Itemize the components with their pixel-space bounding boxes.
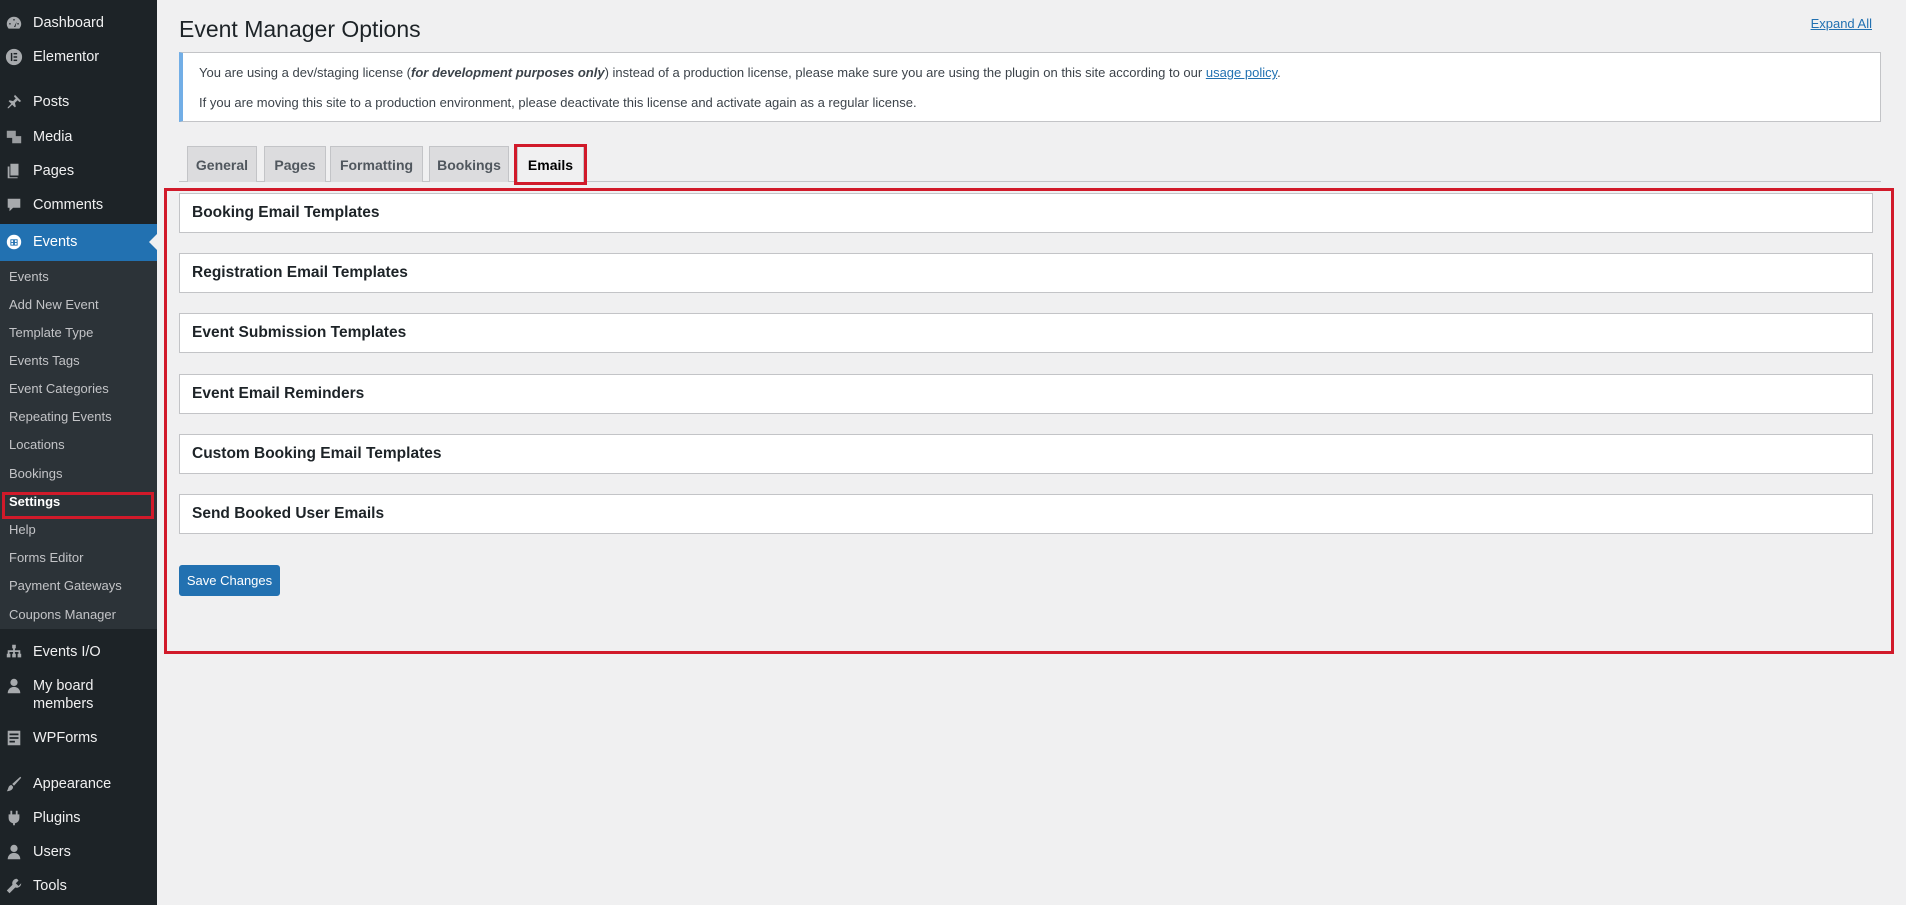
- menu-label: Comments: [33, 197, 104, 213]
- submenu-item-events-tags[interactable]: Events Tags: [9, 353, 80, 369]
- admin-sidebar: Dashboard Elementor Posts Media Pages Co…: [0, 0, 157, 905]
- submenu-item-repeating-events[interactable]: Repeating Events: [9, 409, 112, 425]
- expand-all-link[interactable]: Expand All: [1811, 16, 1872, 31]
- menu-label: Tools: [33, 878, 67, 894]
- panel-event-email-reminders[interactable]: Event Email Reminders: [179, 374, 1873, 414]
- panel-title: Booking Email Templates: [192, 204, 380, 221]
- menu-label: Events: [33, 234, 78, 250]
- save-changes-button[interactable]: Save Changes: [179, 565, 280, 596]
- submenu-item-bookings[interactable]: Bookings: [9, 466, 62, 482]
- tab-general[interactable]: General: [187, 146, 257, 182]
- notice-text: You are using a dev/staging license (: [199, 65, 411, 80]
- tab-formatting[interactable]: Formatting: [330, 146, 423, 182]
- menu-item-events-io[interactable]: Events I/O: [0, 643, 157, 661]
- menu-label: Plugins: [33, 810, 81, 826]
- tab-pages[interactable]: Pages: [264, 146, 326, 182]
- menu-item-media[interactable]: Media: [0, 128, 157, 146]
- emails-tab-highlight-outline: [514, 144, 587, 185]
- submenu-item-coupons-manager[interactable]: Coupons Manager: [9, 607, 116, 623]
- menu-label: Media: [33, 129, 73, 145]
- panel-title: Registration Email Templates: [192, 264, 408, 281]
- submenu-item-help[interactable]: Help: [9, 522, 36, 538]
- panel-send-booked-user-emails[interactable]: Send Booked User Emails: [179, 494, 1873, 534]
- menu-label: members: [33, 696, 94, 712]
- license-notice: You are using a dev/staging license (for…: [179, 52, 1881, 122]
- submenu-item-event-categories[interactable]: Event Categories: [9, 381, 109, 397]
- usage-policy-link[interactable]: usage policy: [1206, 65, 1277, 80]
- menu-item-my-board-members[interactable]: My board members: [0, 677, 157, 713]
- menu-label: Pages: [33, 163, 75, 179]
- events-submenu: Events Add New Event Template Type Event…: [0, 261, 157, 629]
- submenu-item-payment-gateways[interactable]: Payment Gateways: [9, 578, 122, 594]
- brush-icon: [5, 775, 23, 793]
- submenu-item-add-new-event[interactable]: Add New Event: [9, 297, 99, 313]
- menu-label: Appearance: [33, 776, 112, 792]
- user-icon: [5, 677, 23, 695]
- menu-label: Posts: [33, 94, 70, 110]
- menu-item-wpforms[interactable]: WPForms: [0, 729, 157, 747]
- menu-item-posts[interactable]: Posts: [0, 93, 157, 111]
- panel-title: Event Email Reminders: [192, 385, 365, 402]
- panel-registration-email-templates[interactable]: Registration Email Templates: [179, 253, 1873, 293]
- notice-text: .: [1277, 65, 1281, 80]
- pages-icon: [5, 162, 23, 180]
- panel-title: Custom Booking Email Templates: [192, 445, 442, 462]
- settings-highlight-outline: [2, 492, 154, 519]
- calendar-icon: [5, 233, 23, 251]
- elementor-icon: [5, 48, 23, 66]
- submenu-item-template-type[interactable]: Template Type: [9, 325, 93, 341]
- sitemap-icon: [5, 643, 23, 661]
- submenu-item-locations[interactable]: Locations: [9, 437, 65, 453]
- menu-item-plugins[interactable]: Plugins: [0, 809, 157, 827]
- menu-label: Events I/O: [33, 644, 101, 660]
- notice-line-2: If you are moving this site to a product…: [199, 95, 917, 110]
- wrench-icon: [5, 877, 23, 895]
- menu-item-users[interactable]: Users: [0, 843, 157, 861]
- active-arrow-indicator: [149, 234, 157, 250]
- menu-item-pages[interactable]: Pages: [0, 162, 157, 180]
- menu-label: Dashboard: [33, 15, 104, 31]
- form-icon: [5, 729, 23, 747]
- tab-bookings[interactable]: Bookings: [429, 146, 509, 182]
- menu-item-appearance[interactable]: Appearance: [0, 775, 157, 793]
- panel-title: Event Submission Templates: [192, 324, 407, 341]
- notice-emphasis: for development purposes only: [411, 65, 605, 80]
- menu-item-comments[interactable]: Comments: [0, 196, 157, 214]
- panel-event-submission-templates[interactable]: Event Submission Templates: [179, 313, 1873, 353]
- user-icon: [5, 843, 23, 861]
- menu-item-tools[interactable]: Tools: [0, 877, 157, 895]
- menu-item-events[interactable]: Events: [0, 224, 157, 261]
- menu-label: Users: [33, 844, 71, 860]
- media-icon: [5, 128, 23, 146]
- options-tabs: General Pages Formatting Bookings Emails: [179, 146, 1881, 183]
- dashboard-icon: [5, 14, 23, 32]
- submenu-item-events[interactable]: Events: [9, 269, 49, 285]
- pin-icon: [5, 93, 23, 111]
- panel-custom-booking-email-templates[interactable]: Custom Booking Email Templates: [179, 434, 1873, 474]
- notice-text: ) instead of a production license, pleas…: [604, 65, 1206, 80]
- menu-label: WPForms: [33, 730, 98, 746]
- comment-icon: [5, 196, 23, 214]
- menu-item-elementor[interactable]: Elementor: [0, 48, 157, 66]
- menu-item-dashboard[interactable]: Dashboard: [0, 14, 157, 32]
- menu-label: Elementor: [33, 49, 100, 65]
- page-title: Event Manager Options: [179, 16, 421, 42]
- notice-line-1: You are using a dev/staging license (for…: [199, 65, 1281, 80]
- panel-booking-email-templates[interactable]: Booking Email Templates: [179, 193, 1873, 233]
- submenu-item-forms-editor[interactable]: Forms Editor: [9, 550, 83, 566]
- plug-icon: [5, 809, 23, 827]
- menu-label: My board: [33, 678, 94, 694]
- panel-title: Send Booked User Emails: [192, 505, 385, 522]
